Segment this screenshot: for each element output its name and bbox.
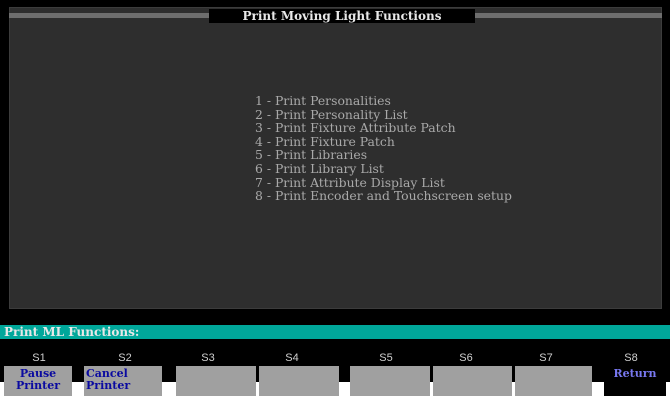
softkey-s7-button[interactable] — [515, 366, 592, 396]
command-prompt: Print ML Functions: — [0, 325, 670, 339]
return-button[interactable]: Return — [604, 366, 666, 396]
softkey-number-s7: S7 — [539, 352, 553, 364]
return-label: Return — [613, 367, 657, 380]
cancel-printer-label-2: Printer — [86, 379, 131, 392]
softkey-number-s2: S2 — [118, 352, 132, 364]
softkey-s4-button[interactable] — [259, 366, 339, 396]
softkey-number-s3: S3 — [201, 352, 215, 364]
menu-item-print-fixture-patch[interactable]: 4 - Print Fixture Patch — [255, 135, 512, 149]
menu-item-print-personality-list[interactable]: 2 - Print Personality List — [255, 107, 512, 122]
menu-item-print-libraries[interactable]: 5 - Print Libraries — [255, 148, 512, 162]
print-menu: 1 - Print Personalities 2 - Print Person… — [255, 94, 512, 203]
menu-item-print-personalities[interactable]: 1 - Print Personalities — [255, 94, 512, 108]
menu-item-print-attribute-display-list[interactable]: 7 - Print Attribute Display List — [255, 175, 512, 190]
softkey-s6-button[interactable] — [433, 366, 512, 396]
softkey-number-s1: S1 — [32, 352, 46, 364]
window-title: Print Moving Light Functions — [209, 9, 475, 23]
softkey-number-s8: S8 — [624, 352, 638, 364]
pause-printer-label-2: Printer — [15, 379, 61, 392]
softkey-number-s4: S4 — [285, 352, 299, 364]
softkey-s5-button[interactable] — [350, 366, 430, 396]
softkey-number-s6: S6 — [459, 352, 473, 364]
menu-item-print-library-list[interactable]: 6 - Print Library List — [255, 162, 512, 176]
pause-printer-button[interactable]: Pause Printer — [4, 366, 72, 396]
console-screen: Print Moving Light Functions 1 - Print P… — [0, 0, 670, 396]
cancel-printer-button[interactable]: Cancel Printer — [84, 366, 162, 396]
menu-item-print-encoder-touchscreen-setup[interactable]: 8 - Print Encoder and Touchscreen setup — [255, 189, 512, 203]
softkey-number-s5: S5 — [379, 352, 393, 364]
softkey-s3-button[interactable] — [176, 366, 256, 396]
menu-item-print-fixture-attribute-patch[interactable]: 3 - Print Fixture Attribute Patch — [255, 121, 512, 135]
